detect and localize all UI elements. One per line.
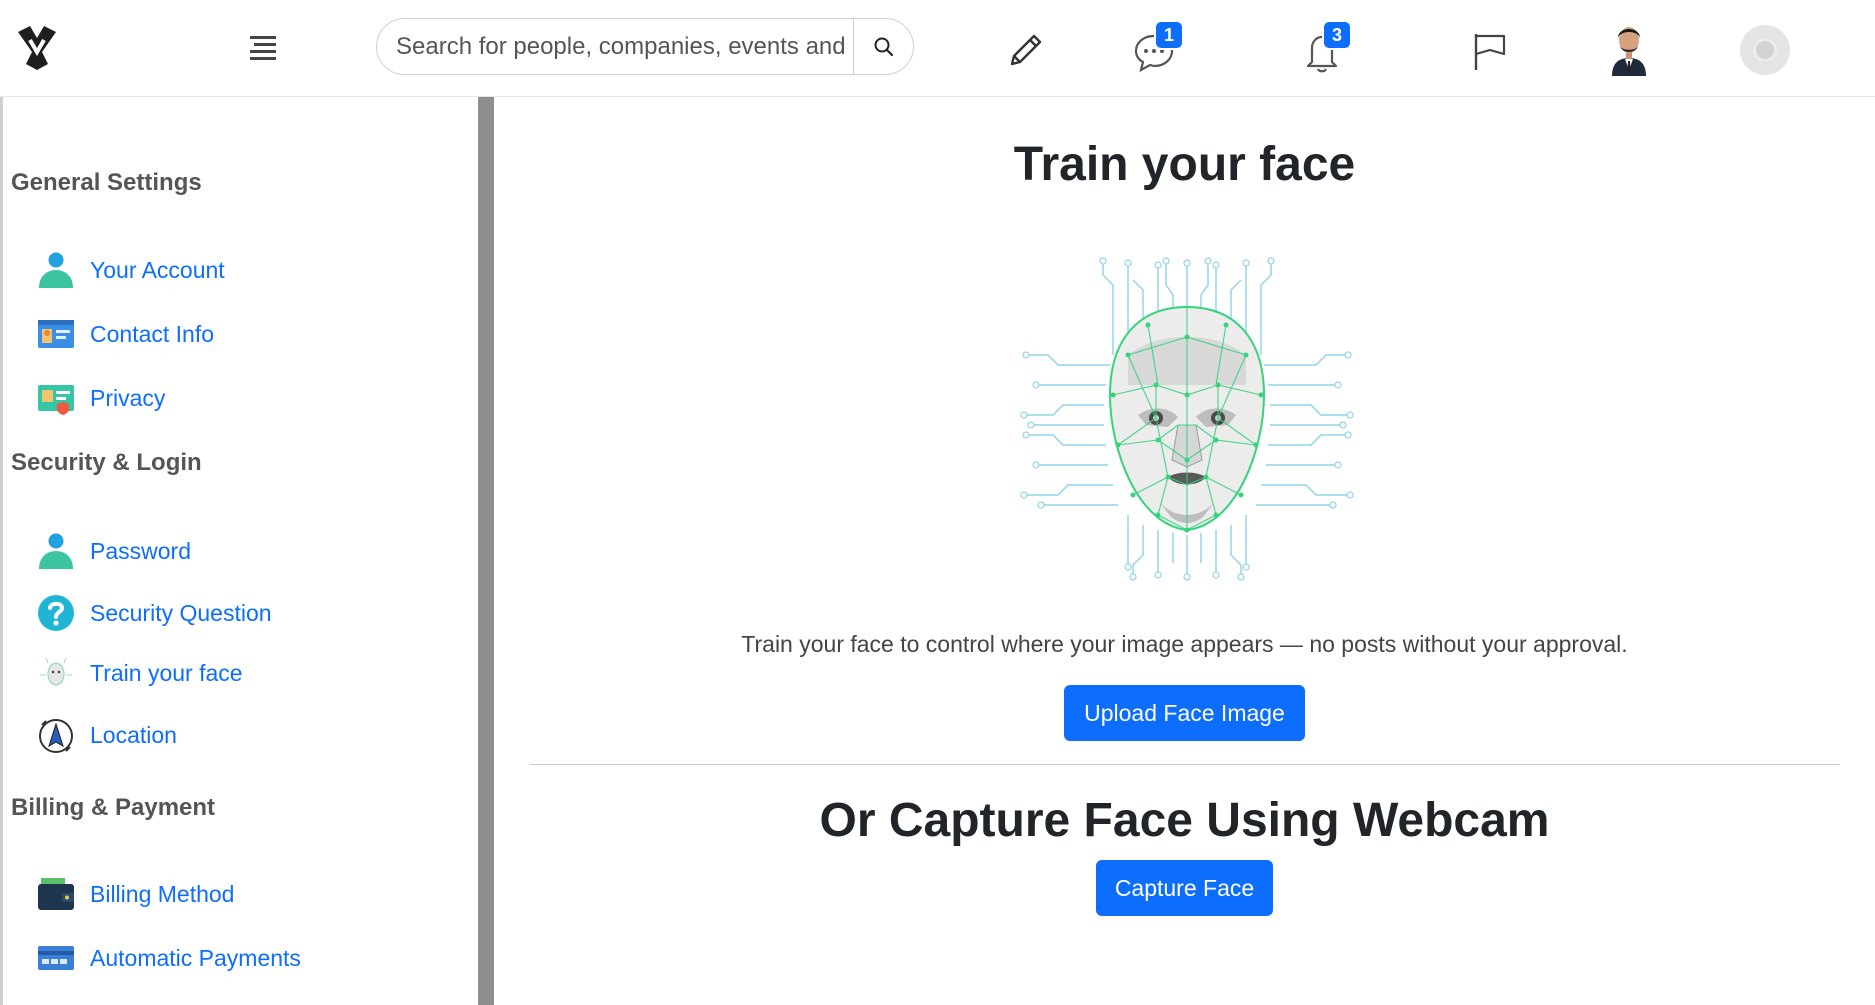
privacy-card-icon (36, 378, 76, 418)
sidebar-item-label: Your Account (90, 256, 225, 283)
menu-icon[interactable] (246, 32, 282, 62)
sidebar-item-contact-info[interactable]: Contact Info (36, 312, 456, 356)
contact-card-icon (36, 314, 76, 354)
question-icon (36, 593, 76, 633)
sidebar-item-label: Train your face (90, 659, 243, 686)
section-title-billing: Billing & Payment (11, 794, 216, 821)
upload-face-image-button[interactable]: Upload Face Image (1064, 685, 1305, 741)
settings-sidebar: General Settings Your Account Contact In… (0, 97, 480, 1005)
sidebar-scrollbar[interactable] (478, 97, 494, 1005)
sidebar-item-automatic-payments[interactable]: Automatic Payments (36, 936, 456, 980)
section-title-general: General Settings (11, 169, 202, 196)
sidebar-item-label: Location (90, 721, 177, 748)
section-divider (530, 764, 1840, 765)
sidebar-item-location[interactable]: Location (36, 713, 456, 757)
credit-card-icon (36, 938, 76, 978)
search-button[interactable] (853, 19, 913, 74)
train-face-description: Train your face to control where your im… (741, 631, 1628, 657)
user-icon (36, 531, 76, 571)
notifications-button[interactable]: 3 (1298, 20, 1352, 74)
wallet-icon (36, 874, 76, 914)
sidebar-item-label: Privacy (90, 384, 166, 411)
pencil-icon[interactable] (1002, 26, 1050, 74)
section-title-security: Security & Login (11, 449, 202, 476)
notifications-badge: 3 (1322, 20, 1352, 50)
avatar[interactable] (1604, 18, 1654, 76)
capture-face-button[interactable]: Capture Face (1096, 860, 1273, 916)
sidebar-item-security-question[interactable]: Security Question (36, 591, 456, 635)
flag-icon[interactable] (1466, 26, 1514, 74)
sidebar-item-your-account[interactable]: Your Account (36, 248, 456, 292)
sidebar-item-privacy[interactable]: Privacy (36, 376, 456, 420)
sidebar-item-password[interactable]: Password (36, 529, 456, 573)
sidebar-item-train-your-face[interactable]: Train your face (36, 651, 456, 695)
main-content: Train your face Train your face to contr… (494, 97, 1875, 1005)
logo-icon[interactable] (14, 18, 60, 74)
user-icon (36, 250, 76, 290)
sidebar-item-label: Automatic Payments (90, 944, 301, 971)
messages-badge: 1 (1154, 20, 1184, 50)
search-icon (874, 37, 893, 56)
sidebar-item-label: Billing Method (90, 880, 235, 907)
face-icon (36, 653, 76, 693)
search-bar (376, 18, 914, 75)
sidebar-item-label: Security Question (90, 599, 272, 626)
messages-button[interactable]: 1 (1130, 20, 1184, 74)
top-navbar: 1 3 (0, 0, 1875, 97)
profile-settings-button[interactable] (1740, 25, 1790, 75)
sidebar-item-billing-method[interactable]: Billing Method (36, 872, 456, 916)
search-input[interactable] (377, 19, 855, 74)
sidebar-item-label: Password (90, 537, 191, 564)
face-recognition-illustration (1020, 257, 1354, 581)
location-icon (36, 715, 76, 755)
sidebar-item-label: Contact Info (90, 320, 215, 347)
webcam-section-title: Or Capture Face Using Webcam (819, 794, 1550, 847)
page-title: Train your face (1013, 138, 1356, 191)
